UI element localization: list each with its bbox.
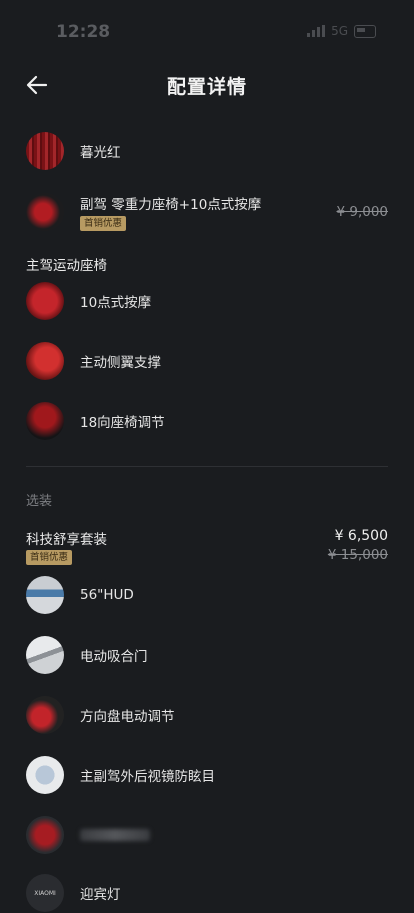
tech-item: 主副驾外后视镜防眩目 [26,755,388,795]
hud-image [26,576,64,614]
color-swatch-image [26,132,64,170]
seat-image [26,816,64,854]
promo-badge: 首销优惠 [26,550,73,565]
tech-item [26,815,388,855]
door-image [26,636,64,674]
driver-item-label: 10点式按摩 [80,295,152,311]
driver-item: 主动侧翼支撑 [26,341,388,381]
driver-item: 18向座椅调节 [26,401,388,441]
tech-item-label: 电动吸合门 [80,649,148,665]
driver-section-title: 主驾运动座椅 [26,258,107,274]
driver-item-label: 18向座椅调节 [80,415,165,431]
tech-item-label: 方向盘电动调节 [80,709,175,725]
color-label: 暮光红 [80,145,121,161]
passenger-seat-item: 副驾 零重力座椅+10点式按摩 首销优惠 ¥ 9,000 [26,191,388,233]
tech-pack-old-price: ¥ 15,000 [327,547,388,563]
driver-item: 10点式按摩 [26,281,388,321]
seat-adjust-image [26,402,64,440]
battery-icon [354,24,376,38]
blurred-label [80,829,150,841]
side-bolster-image [26,342,64,380]
promo-badge: 首销优惠 [80,216,127,231]
passenger-seat-old-price: ¥ 9,000 [336,204,388,220]
tech-item: 56"HUD [26,575,388,615]
status-bar: 12:28 5G [0,0,414,60]
status-icons: 5G [307,24,376,38]
welcome-light-image: XIAOMI [26,874,64,912]
color-item: 暮光红 [26,131,388,171]
tech-item: 方向盘电动调节 [26,695,388,735]
status-time: 12:28 [56,22,111,42]
tech-item-label: 56"HUD [80,587,134,603]
logo-text: XIAOMI [34,889,56,897]
passenger-seat-image [26,193,64,231]
driver-item-label: 主动侧翼支撑 [80,355,161,371]
passenger-seat-label: 副驾 零重力座椅+10点式按摩 [80,197,262,213]
tech-item-label: 迎宾灯 [80,887,121,903]
page-title: 配置详情 [166,76,247,98]
page-header: 配置详情 [0,62,414,108]
optional-section-title: 选装 [26,494,53,509]
massage-image [26,282,64,320]
signal-icon [307,25,326,37]
tech-pack-title: 科技舒享套装 [26,532,107,548]
divider [26,466,388,467]
mirror-image [26,756,64,794]
steering-image [26,696,64,734]
tech-item: 电动吸合门 [26,635,388,675]
tech-item-label: 主副驾外后视镜防眩目 [80,769,215,785]
tech-pack-price: ¥ 6,500 [334,528,388,544]
network-type: 5G [331,24,348,38]
tech-item: XIAOMI 迎宾灯 [26,873,388,913]
